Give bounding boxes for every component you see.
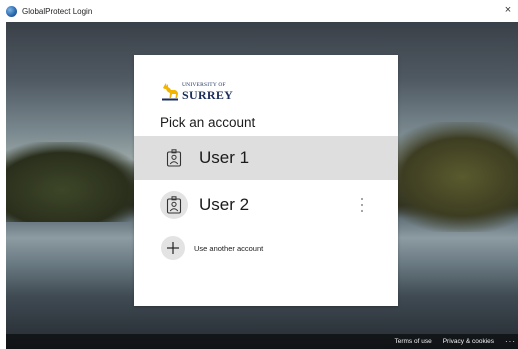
account-name: User 2 — [199, 195, 250, 214]
plus-icon — [161, 236, 185, 260]
logo-surrey: SURREY — [182, 87, 234, 102]
university-logo: UNIVERSITY OF SURREY — [160, 82, 233, 102]
privacy-cookies-link[interactable]: Privacy & cookies — [443, 338, 494, 345]
badge-person-icon — [160, 191, 188, 219]
background-trees-left — [6, 142, 146, 222]
stag-icon — [162, 83, 178, 101]
more-options-icon[interactable] — [359, 198, 365, 212]
logo-text: UNIVERSITY OF SURREY — [182, 83, 233, 101]
title-bar: GlobalProtect Login × — [0, 0, 518, 22]
background-trees-right — [378, 122, 518, 232]
account-name: User 1 — [199, 148, 250, 167]
terms-of-use-link[interactable]: Terms of use — [394, 338, 431, 345]
footer-more-button[interactable]: ··· — [505, 337, 516, 346]
use-another-account-button[interactable]: Use another account — [134, 231, 398, 265]
pick-account-heading: Pick an account — [160, 115, 256, 130]
account-item-user-2[interactable]: User 2 — [134, 183, 398, 227]
account-picker-card: UNIVERSITY OF SURREY Pick an account Use… — [134, 55, 398, 306]
globalprotect-globe-icon — [6, 5, 17, 17]
close-button[interactable]: × — [501, 3, 515, 17]
badge-person-icon — [160, 144, 188, 172]
window-title: GlobalProtect Login — [22, 6, 93, 16]
account-item-user-1[interactable]: User 1 — [134, 136, 398, 180]
use-another-account-label: Use another account — [194, 243, 264, 253]
footer-bar: Terms of use Privacy & cookies ··· — [6, 334, 518, 349]
